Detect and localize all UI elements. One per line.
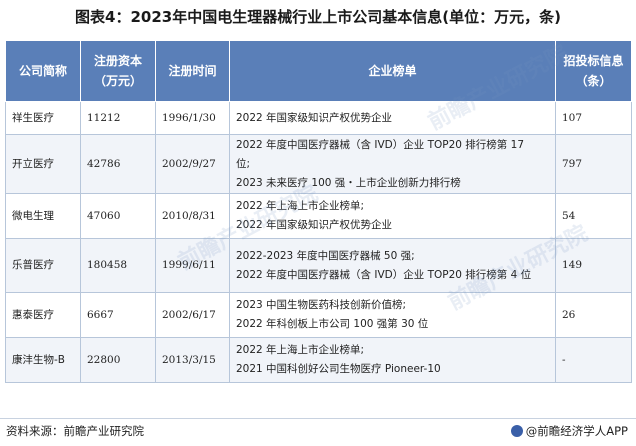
header-rankings: 企业榜单 [229, 40, 556, 102]
cell-rankings: 2023 中国生物医药科技创新价值榜; 2022 年科创板上市公司 100 强第… [229, 292, 556, 338]
ranking-line: 2022 年度中国医疗器械（含 IVD）企业 TOP20 排行榜第 17 [236, 138, 525, 151]
cell-rankings: 2022 年国家级知识产权优势企业 [229, 101, 556, 135]
cell-company: 开立医疗 [5, 134, 81, 194]
cell-bids: 54 [555, 193, 632, 239]
cell-bids: 797 [555, 134, 632, 194]
ranking-line: 2021 中国科创好公司生物医疗 Pioneer-10 [236, 363, 441, 375]
cell-capital: 47060 [80, 193, 156, 239]
brand-label: @前瞻经济学人APP [510, 423, 628, 439]
ranking-line: 2022-2023 年度中国医疗器械 50 强; [236, 249, 415, 262]
header-capital: 注册资本（万元） [80, 40, 156, 102]
cell-bids: - [555, 337, 632, 383]
page-title: 图表4：2023年中国电生理器械行业上市公司基本信息(单位：万元，条) [75, 8, 561, 26]
page-footer: 资料来源：前瞻产业研究院 @前瞻经济学人APP [0, 418, 636, 445]
cell-rankings: 2022 年度中国医疗器械（含 IVD）企业 TOP20 排行榜第 17 位; … [229, 134, 556, 194]
cell-capital: 42786 [80, 134, 156, 194]
header-bids: 招投标信息（条） [555, 40, 632, 102]
ranking-line: 2022 年国家级知识产权优势企业 [236, 219, 393, 231]
ranking-line: 2023 未来医疗 100 强・上市企业创新力排行榜 [236, 176, 461, 189]
cell-capital: 22800 [80, 337, 156, 383]
cell-reg-date: 2002/9/27 [155, 134, 230, 194]
table-row: 微电生理 47060 2010/8/31 2022 年上海上市企业榜单; 202… [5, 193, 632, 239]
cell-reg-date: 2010/8/31 [155, 193, 230, 239]
cell-company: 乐普医疗 [5, 238, 81, 293]
table-row: 乐普医疗 180458 1999/6/11 2022-2023 年度中国医疗器械… [5, 238, 632, 293]
table-row: 康沣生物-B 22800 2013/3/15 2022 年上海上市企业榜单; 2… [5, 337, 632, 383]
cell-company: 康沣生物-B [5, 337, 81, 383]
cell-rankings: 2022 年上海上市企业榜单; 2022 年国家级知识产权优势企业 [229, 193, 556, 239]
ranking-line: 2023 中国生物医药科技创新价值榜; [236, 299, 407, 311]
ranking-line: 2022 年国家级知识产权优势企业 [236, 111, 393, 124]
table-header-row: 公司简称 注册资本（万元） 注册时间 企业榜单 招投标信息（条） [5, 40, 632, 102]
table-row: 开立医疗 42786 2002/9/27 2022 年度中国医疗器械（含 IVD… [5, 134, 632, 194]
cell-rankings: 2022 年上海上市企业榜单; 2021 中国科创好公司生物医疗 Pioneer… [229, 337, 556, 383]
brand-logo-icon [510, 425, 523, 437]
cell-reg-date: 2013/3/15 [155, 337, 230, 383]
cell-bids: 107 [555, 101, 632, 135]
cell-reg-date: 2002/6/17 [155, 292, 230, 338]
cell-capital: 11212 [80, 101, 156, 135]
ranking-line: 2022 年上海上市企业榜单; [236, 344, 365, 356]
cell-reg-date: 1996/1/30 [155, 101, 230, 135]
ranking-line: 2022 年科创板上市公司 100 强第 30 位 [236, 318, 429, 330]
table-row: 惠泰医疗 6667 2002/6/17 2023 中国生物医药科技创新价值榜; … [5, 292, 632, 338]
cell-capital: 6667 [80, 292, 156, 338]
cell-company: 微电生理 [5, 193, 81, 239]
header-reg-date: 注册时间 [155, 40, 230, 102]
cell-capital: 180458 [80, 238, 156, 293]
cell-company: 祥生医疗 [5, 101, 81, 135]
cell-bids: 26 [555, 292, 632, 338]
source-note: 资料来源：前瞻产业研究院 [6, 424, 144, 438]
brand-text: @前瞻经济学人APP [525, 424, 628, 438]
company-info-table-container: 公司简称 注册资本（万元） 注册时间 企业榜单 招投标信息（条） 祥生医疗 11… [5, 40, 632, 383]
ranking-line: 2022 年上海上市企业榜单; [236, 200, 365, 212]
ranking-line: 2022 年度中国医疗器械（含 IVD）企业 TOP20 排行榜第 4 位 [236, 268, 532, 281]
header-company: 公司简称 [5, 40, 81, 102]
ranking-line: 位; [236, 157, 251, 170]
cell-reg-date: 1999/6/11 [155, 238, 230, 293]
cell-bids: 149 [555, 238, 632, 293]
company-info-table: 公司简称 注册资本（万元） 注册时间 企业榜单 招投标信息（条） 祥生医疗 11… [5, 40, 632, 383]
cell-company: 惠泰医疗 [5, 292, 81, 338]
cell-rankings: 2022-2023 年度中国医疗器械 50 强; 2022 年度中国医疗器械（含… [229, 238, 556, 293]
table-row: 祥生医疗 11212 1996/1/30 2022 年国家级知识产权优势企业 1… [5, 101, 632, 135]
